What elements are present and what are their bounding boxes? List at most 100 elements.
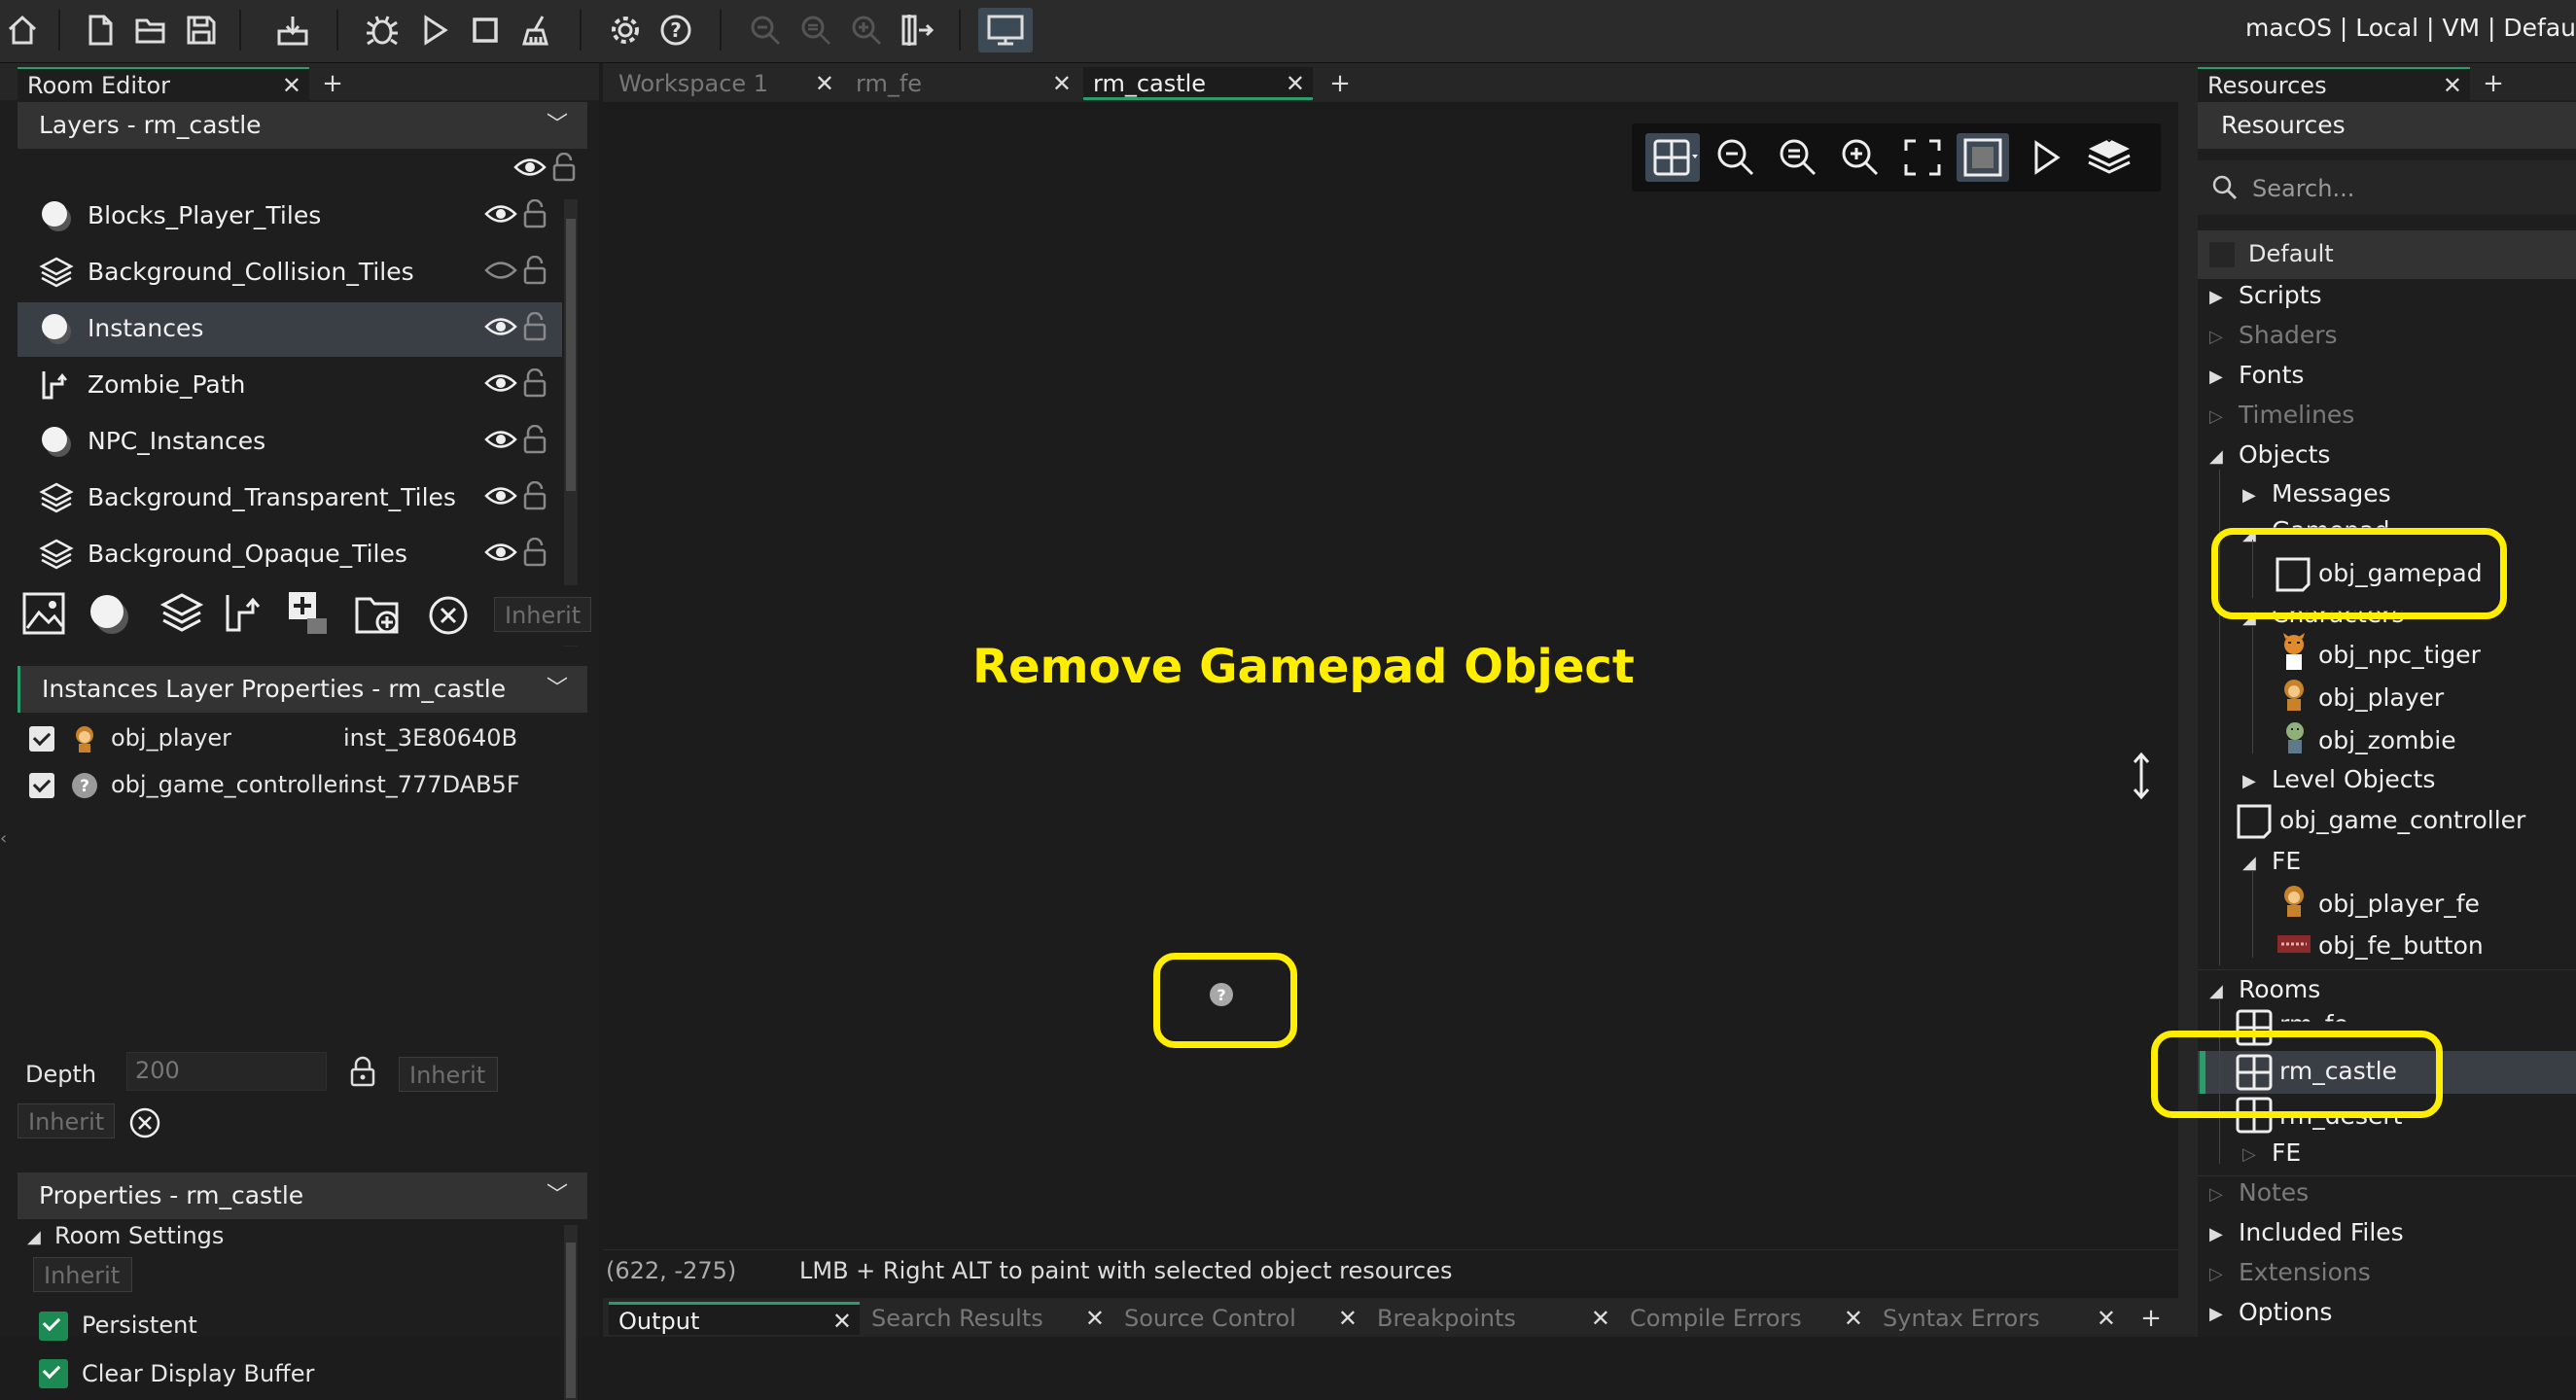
tree-obj-game-controller[interactable]: obj_game_controller [2279, 806, 2525, 834]
tree-scripts[interactable]: Scripts [2239, 281, 2322, 309]
eye-icon[interactable] [484, 203, 517, 225]
close-icon[interactable]: ✕ [282, 69, 301, 102]
tab-rm-castle[interactable]: rm_castle ✕ [1083, 67, 1313, 100]
add-background-layer-icon[interactable] [21, 591, 66, 638]
debug-icon[interactable] [360, 8, 405, 52]
tab-syntax-errors[interactable]: Syntax Errors ✕ [1873, 1302, 2124, 1335]
tab-output[interactable]: Output ✕ [609, 1302, 860, 1335]
expand-triangle-icon[interactable]: ▷ [2209, 327, 2223, 347]
chevron-down-icon[interactable]: ﹀ [547, 1172, 568, 1219]
zoom-in-icon[interactable] [844, 8, 889, 52]
zoom-reset-icon[interactable] [1774, 133, 1822, 182]
add-tab-button[interactable]: + [1321, 67, 1359, 100]
layers-stack-icon[interactable] [2083, 129, 2135, 184]
add-folder-icon[interactable] [354, 591, 403, 638]
tab-source-control[interactable]: Source Control ✕ [1114, 1302, 1365, 1335]
properties-header[interactable]: Properties - rm_castle ﹀ [18, 1172, 587, 1219]
layer-row[interactable]: Background_Collision_Tiles [18, 246, 562, 300]
add-tab-button[interactable]: + [2474, 67, 2513, 100]
close-icon[interactable]: ✕ [1085, 1302, 1105, 1335]
zoom-in-icon[interactable] [1836, 133, 1885, 182]
expand-triangle-icon[interactable]: ▶ [2242, 485, 2256, 506]
lock-icon[interactable] [523, 481, 547, 510]
tree-fe-folder[interactable]: FE [2272, 847, 2301, 875]
close-icon[interactable]: ✕ [1844, 1302, 1863, 1335]
close-icon[interactable]: ✕ [1286, 67, 1305, 100]
tree-obj-npc-tiger[interactable]: obj_npc_tiger [2318, 641, 2481, 669]
layer-row[interactable]: Background_Transparent_Tiles [18, 472, 562, 526]
zoom-reset-icon[interactable] [794, 8, 838, 52]
layer-row[interactable]: Zombie_Path [18, 359, 562, 413]
tree-objects[interactable]: Objects [2239, 440, 2330, 469]
collapse-triangle-icon[interactable]: ◢ [27, 1227, 41, 1247]
eye-icon[interactable] [484, 542, 517, 563]
close-icon[interactable]: ✕ [815, 67, 834, 100]
search-input[interactable]: Search... [2198, 160, 2576, 215]
lock-icon[interactable] [523, 425, 547, 454]
new-project-icon[interactable] [78, 8, 123, 52]
layer-row[interactable]: NPC_Instances [18, 415, 562, 470]
expand-triangle-icon[interactable]: ▷ [2242, 1144, 2256, 1165]
create-executable-icon[interactable] [270, 8, 315, 52]
lock-icon[interactable] [552, 153, 576, 182]
fullscreen-icon[interactable] [1898, 133, 1947, 182]
instances-header[interactable]: Instances Layer Properties - rm_castle ﹀ [18, 666, 587, 713]
frame-view-icon[interactable] [1957, 133, 2009, 182]
instance-row[interactable]: obj_player inst_3E80640B [18, 715, 587, 763]
tree-notes[interactable]: Notes [2239, 1178, 2309, 1207]
panel-divider[interactable] [2178, 63, 2198, 1337]
close-icon[interactable]: ✕ [1338, 1302, 1358, 1335]
add-tile-layer-icon[interactable] [159, 591, 204, 638]
inherit-layers-button[interactable]: Inherit [494, 597, 591, 632]
tree-obj-fe-button[interactable]: obj_fe_button [2318, 931, 2484, 960]
tree-shaders[interactable]: Shaders [2239, 321, 2338, 349]
tab-resources[interactable]: Resources ✕ [2198, 67, 2470, 100]
close-icon[interactable]: ✕ [2443, 69, 2462, 102]
inherit-room-settings-button[interactable]: Inherit [33, 1257, 132, 1292]
tab-rm-fe[interactable]: rm_fe ✕ [846, 67, 1079, 100]
tree-options[interactable]: Options [2239, 1298, 2332, 1326]
close-icon[interactable]: ✕ [832, 1305, 852, 1338]
home-icon[interactable] [0, 8, 45, 52]
zoom-out-icon[interactable] [1711, 133, 1760, 182]
tab-breakpoints[interactable]: Breakpoints ✕ [1367, 1302, 1618, 1335]
layer-row-selected[interactable]: Instances [18, 302, 562, 357]
lock-icon[interactable] [523, 199, 547, 228]
tree-fonts[interactable]: Fonts [2239, 361, 2304, 389]
chevron-down-icon[interactable]: ﹀ [547, 102, 568, 149]
zoom-out-icon[interactable] [743, 8, 788, 52]
add-asset-layer-icon[interactable] [286, 589, 331, 638]
play-room-icon[interactable] [2021, 133, 2069, 182]
run-icon[interactable] [412, 8, 457, 52]
tree-obj-player-fe[interactable]: obj_player_fe [2318, 890, 2480, 918]
collapse-left-icon[interactable]: ‹ [0, 828, 7, 849]
depth-input[interactable]: 200 [126, 1052, 327, 1091]
preferences-icon[interactable] [603, 8, 648, 52]
close-icon[interactable]: ✕ [1052, 67, 1072, 100]
close-icon[interactable]: ✕ [1591, 1302, 1610, 1335]
tab-search-results[interactable]: Search Results ✕ [862, 1302, 1112, 1335]
help-icon[interactable]: ? [653, 8, 698, 52]
layer-row[interactable]: Blocks_Player_Tiles [18, 190, 562, 244]
open-project-icon[interactable] [128, 8, 173, 52]
inherit-instances-button[interactable]: Inherit [18, 1103, 115, 1138]
group-default[interactable]: Default [2198, 230, 2576, 279]
lock-icon[interactable] [523, 538, 547, 567]
lock-icon[interactable] [523, 368, 547, 398]
tree-obj-player[interactable]: obj_player [2318, 683, 2444, 712]
add-instance-layer-icon[interactable] [86, 591, 134, 638]
close-icon[interactable]: ✕ [2097, 1302, 2116, 1335]
clean-icon[interactable] [513, 8, 558, 52]
add-path-layer-icon[interactable] [222, 591, 266, 638]
expand-triangle-icon[interactable]: ▶ [2209, 1224, 2223, 1244]
delete-layer-icon[interactable] [428, 595, 469, 636]
tree-rooms-fe-folder[interactable]: FE [2272, 1138, 2301, 1167]
save-project-icon[interactable] [179, 8, 224, 52]
add-tab-button[interactable]: + [313, 67, 352, 100]
layers-header[interactable]: Layers - rm_castle ﹀ [18, 102, 587, 149]
chevron-down-icon[interactable]: ﹀ [547, 666, 568, 713]
tree-timelines[interactable]: Timelines [2239, 401, 2354, 429]
collapse-triangle-icon[interactable]: ◢ [2209, 446, 2223, 467]
delete-instance-icon[interactable] [128, 1106, 161, 1139]
eye-closed-icon[interactable] [484, 260, 517, 281]
